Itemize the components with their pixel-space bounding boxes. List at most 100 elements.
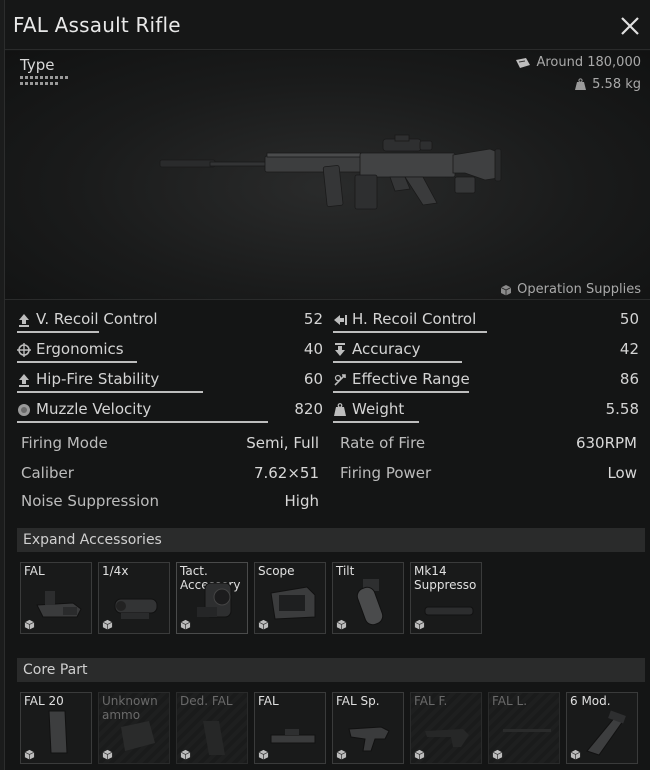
slot-label: 6 Mod. (570, 694, 611, 708)
accessory-slot-scope[interactable]: Scope (254, 562, 326, 634)
slot-label: FAL 20 (24, 694, 64, 708)
weight-icon (575, 78, 587, 90)
stat-value: 50 (619, 310, 639, 328)
source-info: Operation Supplies (500, 282, 641, 297)
core-slot-stock[interactable]: 6 Mod. (566, 692, 638, 764)
supply-box-icon (336, 749, 347, 760)
core-slot-barrel[interactable]: FAL L. (488, 692, 560, 764)
info-value: High (284, 492, 319, 510)
supply-box-icon (570, 749, 581, 760)
slot-label: FAL F. (414, 694, 448, 708)
item-preview: Type Around 180,000 5.58 kg Operation Su… (5, 51, 650, 300)
core-slot-ammo[interactable]: Unknown ammo (98, 692, 170, 764)
info-value: Semi, Full (246, 434, 319, 452)
suppressor-icon (424, 606, 474, 616)
info-caliber: Caliber 7.62×51 (21, 464, 319, 486)
stat-value: 52 (303, 310, 323, 328)
supply-box-icon (102, 749, 113, 760)
recoil-up-icon (19, 314, 29, 327)
info-noise: Noise Suppression High (21, 492, 319, 514)
stat-bar (17, 361, 137, 363)
accessory-slot-grip[interactable]: Tilt (332, 562, 404, 634)
stat-label: Accuracy (352, 340, 421, 358)
stat-label: Effective Range (352, 370, 470, 388)
accessories-header: Expand Accessories (17, 528, 645, 552)
grip-icon (356, 579, 384, 626)
close-icon[interactable] (619, 15, 641, 37)
accessory-slot-mount[interactable]: FAL (20, 562, 92, 634)
stat-accuracy: Accuracy 42 (333, 340, 639, 366)
core-slot-handguard[interactable]: FAL Sp. (332, 692, 404, 764)
range-icon (334, 374, 346, 386)
recoil-side-icon (334, 315, 347, 325)
stat-label: H. Recoil Control (352, 310, 477, 328)
info-firing-mode: Firing Mode Semi, Full (21, 434, 319, 456)
info-value: 630RPM (575, 434, 637, 452)
stat-hipfire: Hip-Fire Stability 60 (17, 370, 323, 396)
source-text: Operation Supplies (517, 282, 641, 297)
info-label: Caliber (21, 464, 74, 482)
stat-bar (333, 391, 469, 393)
slot-label: Scope (258, 564, 295, 578)
velocity-icon (18, 404, 30, 416)
stat-bar (333, 361, 462, 363)
stat-muzzle: Muzzle Velocity 820 (17, 400, 323, 426)
stat-bar (333, 421, 419, 423)
core-part-header: Core Part (17, 658, 645, 682)
stat-label: V. Recoil Control (36, 310, 158, 328)
stability-icon (19, 374, 29, 387)
slot-label: FAL L. (492, 694, 528, 708)
slot-label: FAL Sp. (336, 694, 380, 708)
title-bar: FAL Assault Rifle (5, 0, 650, 50)
receiver-icon (270, 729, 316, 744)
stat-range: Effective Range 86 (333, 370, 639, 396)
optic-icon (114, 598, 158, 619)
accessory-slot-optic[interactable]: 1/4x (98, 562, 170, 634)
magazine-icon (48, 710, 68, 754)
core-slot-frame[interactable]: FAL F. (410, 692, 482, 764)
stat-value: 60 (303, 370, 323, 388)
price-text: Around 180,000 (536, 55, 641, 70)
supply-box-icon (492, 749, 503, 760)
supply-box-icon (180, 749, 191, 760)
magazine-icon (203, 721, 225, 755)
stat-label: Hip-Fire Stability (36, 370, 160, 388)
core-slot-magazine[interactable]: FAL 20 (20, 692, 92, 764)
stat-bar (333, 331, 487, 333)
supply-box-icon (414, 749, 425, 760)
core-slot-extended-mag[interactable]: Ded. FAL (176, 692, 248, 764)
handguard-icon (348, 726, 390, 752)
supply-box-icon (180, 619, 191, 630)
accessory-slot-muzzle[interactable]: Mk14 Suppresso (410, 562, 482, 634)
stat-v-recoil: V. Recoil Control 52 (17, 310, 323, 336)
supply-box-icon (500, 284, 512, 295)
mount-icon (36, 591, 82, 618)
stat-label: Ergonomics (36, 340, 124, 358)
supply-box-icon (258, 619, 269, 630)
stat-bar (17, 331, 99, 333)
stat-h-recoil: H. Recoil Control 50 (333, 310, 639, 336)
info-label: Rate of Fire (340, 434, 426, 452)
stat-value: 86 (619, 370, 639, 388)
weight-icon (334, 403, 346, 416)
slot-label: 1/4x (102, 564, 129, 578)
frame-icon (425, 729, 469, 747)
core-slot-receiver[interactable]: FAL (254, 692, 326, 764)
supply-box-icon (24, 619, 35, 630)
stat-label: Weight (352, 400, 405, 418)
rifle-image (159, 134, 502, 210)
info-label: Firing Power (340, 464, 432, 482)
stat-bar (17, 421, 268, 423)
slot-label: FAL (24, 564, 45, 578)
stat-value: 820 (294, 400, 323, 418)
stat-value: 42 (619, 340, 639, 358)
stat-ergonomics: Ergonomics 40 (17, 340, 323, 366)
holo-sight-icon (270, 586, 316, 620)
accessory-slot-tactical[interactable]: Tact. Accessory (176, 562, 248, 634)
weight-text: 5.58 kg (592, 77, 641, 92)
type-label: Type (20, 56, 55, 74)
supply-box-icon (102, 619, 113, 630)
info-label: Firing Mode (21, 434, 108, 452)
tactical-icon (197, 582, 232, 618)
ammo-icon (121, 721, 155, 751)
